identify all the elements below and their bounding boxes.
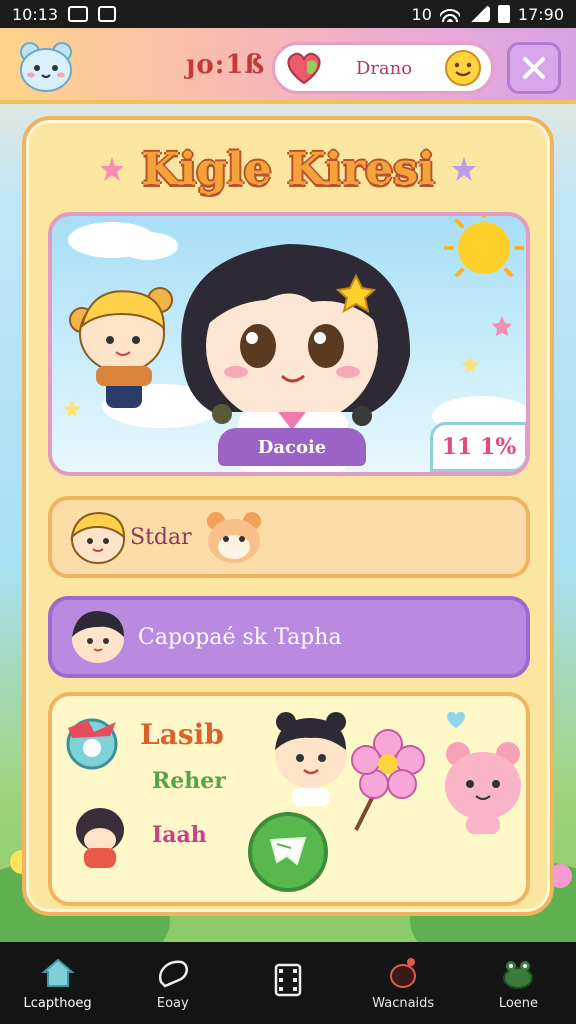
chat-icon: [158, 960, 188, 987]
progress-percent-badge: 11 1%: [430, 422, 526, 472]
activity-panel: Lasib Reher Iaah: [48, 692, 530, 906]
nav-label-frog: Loene: [498, 995, 539, 1011]
signal-label: 10: [411, 4, 432, 24]
hamster-avatar[interactable]: [16, 38, 76, 94]
hamster-icon: [206, 512, 261, 563]
character-name-label: Dacoie: [218, 428, 366, 466]
nav-item-bug[interactable]: Wacnaids: [346, 942, 461, 1024]
notification-icon: [68, 6, 89, 22]
dark-hair-chibi-icon: [72, 611, 124, 663]
girl-chibi-icon: [275, 712, 347, 806]
star-icon: [100, 157, 125, 181]
close-icon: [523, 57, 545, 79]
star-icon: [451, 157, 476, 181]
smiley-icon: [445, 50, 481, 86]
play-button[interactable]: [248, 812, 328, 892]
hero-scene[interactable]: Dacoie 11 1%: [48, 212, 530, 476]
status-time-right: 17:90: [517, 4, 564, 24]
nav-label-home: Lcapthoeg: [23, 995, 92, 1011]
app-notification-icon: [98, 6, 117, 22]
bottom-navigation: Lcapthoeg Eoay Wacnaids Loene: [0, 942, 576, 1024]
main-card: Kigle Kiresi Dacoie 11 1% Stdar Capopaé …: [22, 116, 554, 916]
heart-small-icon: [447, 711, 465, 728]
panel-line-2: Reher: [152, 768, 226, 794]
cell-signal-icon: [467, 6, 490, 22]
status-bar: 10:13 10 17:90: [0, 0, 576, 28]
option-row-1[interactable]: Stdar: [48, 496, 530, 578]
home-icon: [40, 958, 75, 987]
dog-character-icon: [76, 808, 124, 868]
heart-icon: [287, 52, 321, 85]
film-icon: [274, 963, 302, 997]
panel-title: Lasib: [140, 718, 224, 751]
row-2-label: Capopaé sk Tapha: [138, 624, 342, 650]
nav-item-film[interactable]: [230, 942, 345, 1024]
blonde-chibi-icon: [70, 511, 126, 564]
battery-icon: [497, 5, 510, 23]
flower-wand-icon[interactable]: [348, 726, 428, 836]
title-banner: Kigle Kiresi: [26, 134, 550, 204]
send-arrow-icon: [269, 836, 307, 866]
nav-item-frog[interactable]: Loene: [461, 942, 576, 1024]
sun-icon: [444, 216, 524, 277]
nav-label-chat: Eoay: [156, 995, 189, 1011]
game-title: Kigle Kiresi: [141, 143, 435, 195]
search-bar[interactable]: Drano: [272, 42, 494, 94]
search-text: Drano: [355, 57, 413, 79]
close-button[interactable]: [507, 42, 561, 94]
status-time-left: 10:13: [12, 4, 59, 24]
panel-line-3: Iaah: [152, 822, 207, 848]
nav-label-bug: Wacnaids: [372, 995, 435, 1011]
top-header: ȷo:1ß Drano: [0, 28, 576, 104]
pink-bear-icon: [445, 742, 521, 834]
row-1-label: Stdar: [130, 524, 192, 550]
frog-icon: [503, 960, 534, 989]
nav-item-chat[interactable]: Eoay: [115, 942, 230, 1024]
option-row-2[interactable]: Capopaé sk Tapha: [48, 596, 530, 678]
nav-item-home[interactable]: Lcapthoeg: [0, 942, 115, 1024]
bug-icon: [390, 957, 417, 988]
score-counter: ȷo:1ß: [186, 50, 266, 80]
wifi-icon: [439, 6, 460, 22]
ribbon-badge-icon[interactable]: [64, 714, 120, 770]
